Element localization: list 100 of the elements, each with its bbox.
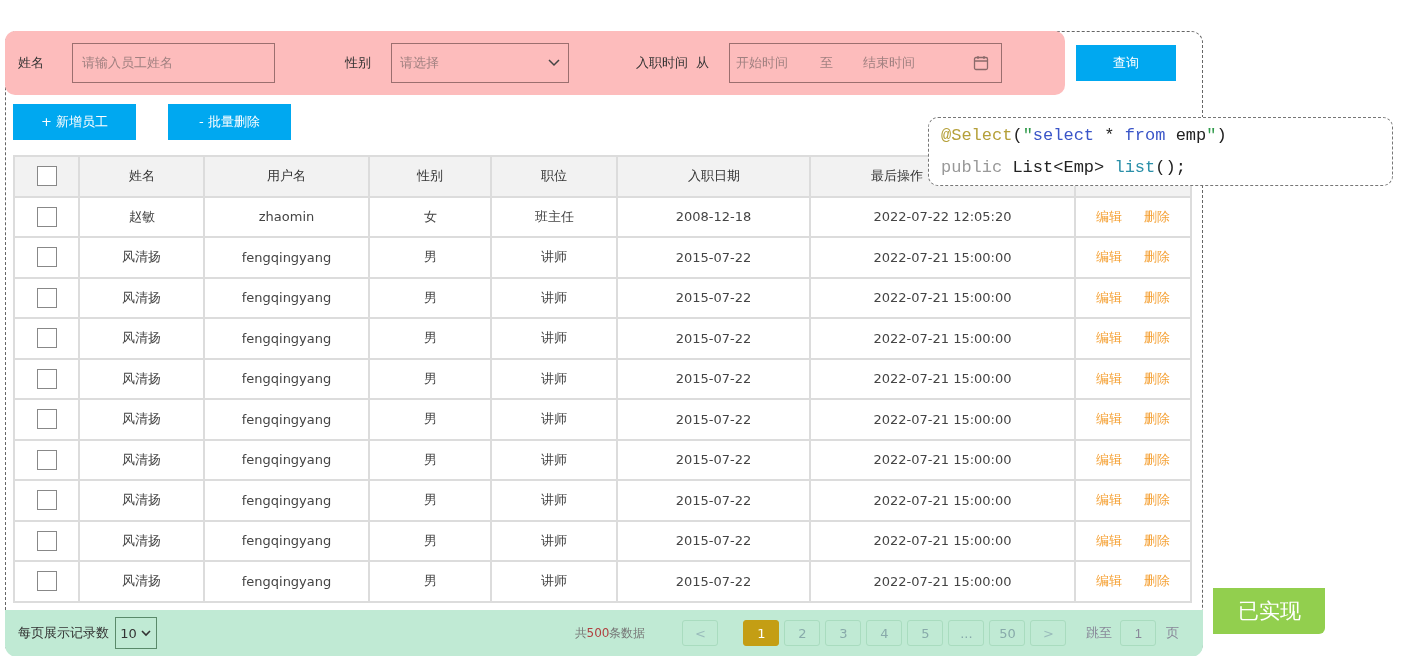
row-checkbox[interactable] bbox=[36, 328, 57, 349]
table-cell: 2022-07-21 15:00:00 bbox=[810, 399, 1075, 440]
edit-link[interactable]: 编辑 bbox=[1096, 249, 1122, 265]
table-cell: 2022-07-21 15:00:00 bbox=[810, 520, 1075, 561]
page-button[interactable]: 2 bbox=[784, 620, 821, 646]
table-cell: 讲师 bbox=[491, 520, 617, 561]
delete-link[interactable]: 删除 bbox=[1144, 370, 1170, 386]
row-checkbox[interactable] bbox=[36, 409, 57, 430]
previous-page-button[interactable]: < bbox=[682, 620, 719, 646]
delete-link[interactable]: 删除 bbox=[1144, 573, 1170, 589]
delete-link[interactable]: 删除 bbox=[1144, 492, 1170, 508]
table-cell: 男 bbox=[369, 277, 491, 318]
table-cell: 讲师 bbox=[491, 439, 617, 480]
delete-link[interactable]: 删除 bbox=[1144, 330, 1170, 346]
table-cell: 男 bbox=[369, 399, 491, 440]
table-cell: 2015-07-22 bbox=[617, 237, 810, 278]
chevron-down-icon bbox=[140, 629, 151, 637]
row-checkbox[interactable] bbox=[36, 490, 57, 511]
table-cell: fengqingyang bbox=[204, 480, 369, 521]
total-count: 共500条数据 bbox=[574, 624, 646, 642]
delete-link[interactable]: 删除 bbox=[1144, 249, 1170, 265]
table-cell: 2015-07-22 bbox=[617, 277, 810, 318]
edit-link[interactable]: 编辑 bbox=[1096, 492, 1122, 508]
edit-link[interactable]: 编辑 bbox=[1096, 330, 1122, 346]
table-cell: 2015-07-22 bbox=[617, 399, 810, 440]
page-size-select[interactable]: 10 bbox=[114, 617, 157, 649]
page-button[interactable]: 3 bbox=[825, 620, 862, 646]
table-cell: 风清扬 bbox=[79, 237, 204, 278]
table-cell: 男 bbox=[369, 439, 491, 480]
table-cell: 风清扬 bbox=[79, 399, 204, 440]
table-cell: fengqingyang bbox=[204, 318, 369, 359]
row-checkbox[interactable] bbox=[36, 287, 57, 308]
table-cell: fengqingyang bbox=[204, 561, 369, 602]
row-checkbox[interactable] bbox=[36, 206, 57, 227]
table-cell: 2022-07-21 15:00:00 bbox=[810, 439, 1075, 480]
add-employee-button[interactable]: + 新增员工 bbox=[13, 103, 136, 140]
table-cell: 2022-07-21 15:00:00 bbox=[810, 318, 1075, 359]
calendar-icon bbox=[972, 54, 989, 71]
row-checkbox[interactable] bbox=[36, 571, 57, 592]
table-cell: zhaomin bbox=[204, 196, 369, 237]
page-button[interactable]: 1 bbox=[743, 620, 780, 646]
name-input-field[interactable]: 请输入员工姓名 bbox=[71, 42, 275, 83]
edit-link[interactable]: 编辑 bbox=[1096, 451, 1122, 467]
row-checkbox[interactable] bbox=[36, 449, 57, 470]
table-cell: fengqingyang bbox=[204, 237, 369, 278]
table-cell: 2015-07-22 bbox=[617, 358, 810, 399]
table-cell: 女 bbox=[369, 196, 491, 237]
table-cell: 2015-07-22 bbox=[617, 439, 810, 480]
delete-link[interactable]: 删除 bbox=[1144, 532, 1170, 548]
name-label: 姓名 bbox=[17, 53, 44, 72]
table-cell: 2022-07-22 12:05:20 bbox=[810, 196, 1075, 237]
column-header: 职位 bbox=[491, 155, 617, 197]
table-cell: 男 bbox=[369, 561, 491, 602]
jump-page-field[interactable]: 1 bbox=[1120, 620, 1157, 646]
delete-link[interactable]: 删除 bbox=[1144, 289, 1170, 305]
column-header: 性别 bbox=[369, 155, 491, 197]
table-cell: 2022-07-21 15:00:00 bbox=[810, 480, 1075, 521]
table-cell: 风清扬 bbox=[79, 480, 204, 521]
table-cell: fengqingyang bbox=[204, 358, 369, 399]
delete-link[interactable]: 删除 bbox=[1144, 411, 1170, 427]
table-cell: 男 bbox=[369, 237, 491, 278]
table-cell: 风清扬 bbox=[79, 277, 204, 318]
table-cell: 2022-07-21 15:00:00 bbox=[810, 237, 1075, 278]
table-cell: 2008-12-18 bbox=[617, 196, 810, 237]
table-cell: 讲师 bbox=[491, 277, 617, 318]
edit-link[interactable]: 编辑 bbox=[1096, 573, 1122, 589]
table-cell: 男 bbox=[369, 358, 491, 399]
table-cell: 讲师 bbox=[491, 561, 617, 602]
edit-link[interactable]: 编辑 bbox=[1096, 370, 1122, 386]
table-cell: 讲师 bbox=[491, 358, 617, 399]
edit-link[interactable]: 编辑 bbox=[1096, 208, 1122, 224]
page-button[interactable]: 50 bbox=[989, 620, 1026, 646]
row-checkbox[interactable] bbox=[36, 530, 57, 551]
query-button[interactable]: 查询 bbox=[1075, 44, 1176, 81]
batch-delete-button[interactable]: - 批量删除 bbox=[168, 103, 291, 140]
delete-link[interactable]: 删除 bbox=[1144, 208, 1170, 224]
page-button[interactable]: 5 bbox=[907, 620, 944, 646]
edit-link[interactable]: 编辑 bbox=[1096, 289, 1122, 305]
delete-link[interactable]: 删除 bbox=[1144, 451, 1170, 467]
row-checkbox[interactable] bbox=[36, 368, 57, 389]
ellipsis-button[interactable]: ... bbox=[948, 620, 985, 646]
edit-link[interactable]: 编辑 bbox=[1096, 532, 1122, 548]
page-button[interactable]: 4 bbox=[866, 620, 903, 646]
select-all-checkbox[interactable] bbox=[36, 166, 57, 186]
status-badge: 已实现 bbox=[1213, 588, 1325, 634]
table-cell: 2015-07-22 bbox=[617, 561, 810, 602]
next-page-button[interactable]: > bbox=[1030, 620, 1067, 646]
table-cell: fengqingyang bbox=[204, 439, 369, 480]
table-cell: 风清扬 bbox=[79, 318, 204, 359]
date-range-field[interactable]: 开始时间 至 结束时间 bbox=[728, 42, 1002, 83]
jump-label: 跳至 bbox=[1086, 624, 1113, 642]
table-cell: 讲师 bbox=[491, 480, 617, 521]
from-label: 从 bbox=[695, 53, 709, 72]
gender-select[interactable]: 请选择 bbox=[390, 42, 569, 83]
table-cell: 男 bbox=[369, 520, 491, 561]
row-checkbox[interactable] bbox=[36, 247, 57, 268]
column-header: 用户名 bbox=[204, 155, 369, 197]
table-cell: fengqingyang bbox=[204, 277, 369, 318]
table-cell: 2022-07-21 15:00:00 bbox=[810, 358, 1075, 399]
edit-link[interactable]: 编辑 bbox=[1096, 411, 1122, 427]
